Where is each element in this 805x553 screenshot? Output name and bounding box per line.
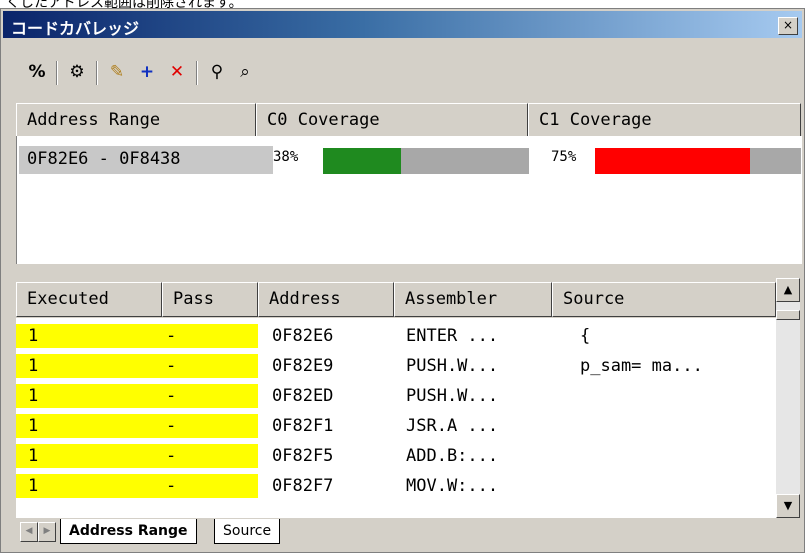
header-c1-coverage[interactable]: C1 Coverage [528, 103, 801, 138]
c0-coverage-fill [323, 148, 402, 174]
tab-address-range[interactable]: Address Range [60, 519, 197, 544]
executed-value: 1 [28, 416, 39, 436]
table-row[interactable]: 1 - 0F82F1 JSR.A ... [16, 414, 776, 438]
c1-coverage-fill [595, 148, 750, 174]
binoculars-icon[interactable]: ⌕ [232, 58, 258, 86]
table-row[interactable]: 1 - 0F82F7 MOV.W:... [16, 474, 776, 498]
executed-value: 1 [28, 446, 39, 466]
assembler-value: MOV.W:... [406, 476, 499, 496]
scroll-up-button[interactable]: ▲ [776, 278, 800, 302]
header-assembler[interactable]: Assembler [394, 282, 552, 317]
executed-value: 1 [28, 386, 39, 406]
source-value: p_sam= ma... [580, 356, 703, 376]
scroll-thumb[interactable] [776, 310, 800, 320]
executed-cell [16, 354, 258, 378]
assembler-value: PUSH.W... [406, 356, 499, 376]
executed-value: 1 [28, 476, 39, 496]
edit-range-icon[interactable]: ✎ [104, 58, 130, 86]
header-executed[interactable]: Executed [16, 282, 162, 317]
table-row[interactable]: 1 - 0F82ED PUSH.W... [16, 384, 776, 408]
executed-cell [16, 444, 258, 468]
window-title: コードカバレッジ [11, 19, 140, 38]
source-value: { [580, 326, 591, 346]
table-row[interactable]: 1 - 0F82F5 ADD.B:... [16, 444, 776, 468]
tab-bar: ◀ ▶ Address Range Source [16, 518, 801, 546]
vertical-scrollbar[interactable]: ▲ ▼ [776, 278, 800, 518]
percent-icon[interactable]: % [24, 58, 50, 86]
pass-value: - [166, 386, 177, 406]
assembler-value: ADD.B:... [406, 446, 499, 466]
c1-coverage-bar [595, 148, 801, 174]
caption-text: くしたアドレス範囲は削除されます。 [6, 0, 243, 11]
header-address-range[interactable]: Address Range [16, 103, 256, 138]
tab-source[interactable]: Source [214, 519, 281, 544]
assembler-value: JSR.A ... [406, 416, 499, 436]
executed-cell [16, 474, 258, 498]
executed-value: 1 [28, 356, 39, 376]
range-value: 0F82E6 - 0F8438 [27, 149, 181, 169]
tab-scroll-left-icon[interactable]: ◀ [20, 522, 38, 542]
c1-percent: 75% [551, 149, 577, 165]
pass-value: - [166, 446, 177, 466]
close-button[interactable]: × [778, 17, 798, 35]
table-row[interactable]: 1 - 0F82E6 ENTER ... { [16, 324, 776, 348]
c0-coverage-bar [323, 148, 529, 174]
coverage-icon[interactable]: ⚙ [64, 58, 90, 86]
range-row-selected[interactable]: 0F82E6 - 0F8438 [19, 146, 273, 174]
assembler-value: PUSH.W... [406, 386, 499, 406]
header-pass[interactable]: Pass [162, 282, 258, 317]
pass-value: - [166, 326, 177, 346]
header-c0-coverage[interactable]: C0 Coverage [256, 103, 528, 138]
header-address[interactable]: Address [258, 282, 394, 317]
range-list: 0F82E6 - 0F8438 38% 75% [16, 136, 802, 264]
executed-cell [16, 324, 258, 348]
header-source[interactable]: Source [552, 282, 776, 317]
c0-percent: 38% [273, 149, 299, 165]
executed-cell [16, 414, 258, 438]
address-value: 0F82F5 [272, 446, 334, 466]
address-value: 0F82F1 [272, 416, 334, 436]
delete-range-icon[interactable]: ✕ [164, 58, 190, 86]
add-range-icon[interactable]: + [134, 58, 160, 86]
detail-table: 1 - 0F82E6 ENTER ... { 1 - 0F82E9 PUSH.W… [16, 318, 776, 518]
scroll-down-button[interactable]: ▼ [776, 494, 800, 518]
table-row[interactable]: 1 - 0F82E9 PUSH.W... p_sam= ma... [16, 354, 776, 378]
pass-value: - [166, 416, 177, 436]
address-value: 0F82ED [272, 386, 334, 406]
executed-value: 1 [28, 326, 39, 346]
pass-value: - [166, 356, 177, 376]
title-bar[interactable]: コードカバレッジ × [3, 11, 802, 38]
address-value: 0F82E6 [272, 326, 334, 346]
find-icon[interactable]: ⚲ [204, 58, 230, 86]
executed-cell [16, 384, 258, 408]
tab-scroll-right-icon[interactable]: ▶ [38, 522, 56, 542]
assembler-value: ENTER ... [406, 326, 499, 346]
address-value: 0F82E9 [272, 356, 334, 376]
address-value: 0F82F7 [272, 476, 334, 496]
pass-value: - [166, 476, 177, 496]
